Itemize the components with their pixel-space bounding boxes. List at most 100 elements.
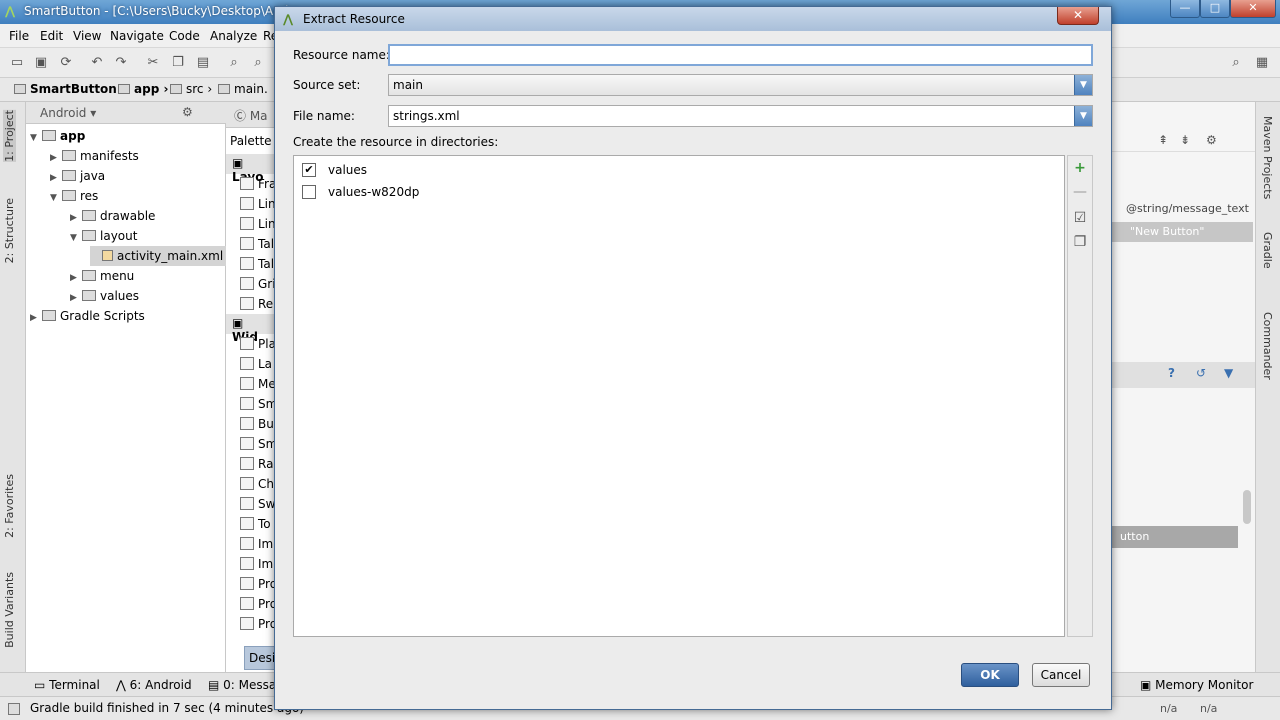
redo-icon[interactable]: ↷ (113, 55, 129, 71)
list-item[interactable]: ✔ values (302, 160, 602, 180)
find-icon[interactable]: ⌕ (226, 55, 242, 71)
property-text-value[interactable]: @string/message_text (1126, 202, 1249, 215)
palette-item[interactable]: Me (240, 374, 276, 394)
select-all-icon[interactable]: ☑ (1072, 210, 1088, 226)
undo-icon[interactable]: ↶ (89, 55, 105, 71)
remove-icon[interactable]: — (1072, 184, 1088, 200)
tab-messages[interactable]: ▤ 0: Messag (208, 678, 284, 692)
tree-item[interactable]: ▶ java (50, 166, 226, 186)
palette-item[interactable]: Pla (240, 334, 276, 354)
palette-item[interactable]: Ra (240, 454, 276, 474)
breadcrumb-main[interactable]: main. (218, 82, 268, 96)
menu-analyze[interactable]: Analyze (210, 29, 257, 43)
tab-favorites[interactable]: 2: Favorites (3, 474, 16, 538)
values-w820dp-checkbox[interactable] (302, 185, 316, 199)
palette-item[interactable]: Rel (240, 294, 276, 314)
tab-gradle[interactable]: Gradle (1261, 232, 1274, 269)
menu-code[interactable]: Code (169, 29, 200, 43)
tree-item[interactable]: ▼ layout (70, 226, 226, 246)
breadcrumb-app[interactable]: app › (118, 82, 168, 96)
palette-item[interactable]: Fra (240, 174, 276, 194)
tab-project[interactable]: 1: Project (3, 110, 16, 162)
open-icon[interactable]: ▭ (9, 55, 25, 71)
collapse-all-icon[interactable]: ⇟ (1180, 133, 1190, 147)
minimize-button[interactable]: — (1170, 0, 1200, 18)
palette-item[interactable]: Im (240, 554, 276, 574)
file-name-combo[interactable]: strings.xml ▼ (388, 105, 1093, 127)
breadcrumb-project[interactable]: SmartButton › (14, 82, 126, 96)
palette-item[interactable]: Ch (240, 474, 276, 494)
selected-component-row[interactable]: utton (1110, 526, 1238, 548)
dialog-close-button[interactable]: ✕ (1057, 7, 1099, 25)
chevron-right-icon[interactable]: ▶ (70, 208, 82, 228)
reset-icon[interactable]: ↺ (1196, 366, 1206, 380)
gear-icon[interactable]: ⚙ (182, 105, 193, 119)
tree-item[interactable]: activity_main.xml (90, 246, 226, 266)
palette-item[interactable]: Lin (240, 214, 276, 234)
chevron-down-icon[interactable]: ▼ (50, 188, 62, 208)
menu-view[interactable]: View (73, 29, 101, 43)
tab-android[interactable]: ⋀ 6: Android (116, 678, 192, 692)
add-icon[interactable]: + (1072, 160, 1088, 176)
search-everywhere-icon[interactable]: ⌕ (1228, 55, 1244, 71)
menu-file[interactable]: File (9, 29, 29, 43)
chevron-right-icon[interactable]: ▶ (30, 308, 42, 328)
palette-group-layouts[interactable]: ▣ Layo (226, 154, 276, 184)
tree-item[interactable]: ▶ Gradle Scripts (30, 306, 226, 326)
expand-all-icon[interactable]: ⇞ (1158, 133, 1168, 147)
values-checkbox[interactable]: ✔ (302, 163, 316, 177)
filter-icon[interactable]: ▼ (1224, 366, 1233, 380)
tree-item[interactable]: ▼ res (50, 186, 226, 206)
chevron-right-icon[interactable]: ▶ (70, 268, 82, 288)
tab-memory-monitor[interactable]: ▣ Memory Monitor (1140, 678, 1253, 692)
tab-commander[interactable]: Commander (1261, 312, 1274, 380)
maximize-button[interactable]: □ (1200, 0, 1230, 18)
palette-item[interactable]: Pro (240, 594, 276, 614)
menu-navigate[interactable]: Navigate (110, 29, 164, 43)
list-item[interactable]: values-w820dp (302, 182, 602, 202)
tree-item[interactable]: ▶ manifests (50, 146, 226, 166)
tab-build-variants[interactable]: Build Variants (3, 572, 16, 648)
palette-group-widgets[interactable]: ▣ Wid (226, 314, 276, 344)
replace-icon[interactable]: ⌕ (250, 55, 266, 71)
palette-item[interactable]: Gri (240, 274, 276, 294)
tab-terminal[interactable]: ▭ Terminal (34, 678, 100, 692)
copy-icon[interactable]: ❐ (1072, 234, 1088, 250)
tree-item[interactable]: ▶ drawable (70, 206, 226, 226)
palette-item[interactable]: Tal (240, 254, 276, 274)
chevron-right-icon[interactable]: ▶ (50, 168, 62, 188)
palette-item[interactable]: Sm (240, 394, 276, 414)
menu-edit[interactable]: Edit (40, 29, 63, 43)
cancel-button[interactable]: Cancel (1032, 663, 1090, 687)
palette-item[interactable]: Sm (240, 434, 276, 454)
tree-item[interactable]: ▶ menu (70, 266, 226, 286)
property-text-row[interactable]: "New Button" (1110, 222, 1253, 242)
palette-item[interactable]: To (240, 514, 276, 534)
palette-item[interactable]: Tal (240, 234, 276, 254)
resource-name-input[interactable] (388, 44, 1093, 66)
cut-icon[interactable]: ✂ (145, 55, 161, 71)
tree-item[interactable]: ▼ app (30, 126, 226, 146)
palette-item[interactable]: Pro (240, 614, 276, 634)
tab-design[interactable]: Desi (244, 646, 276, 670)
project-view-selector[interactable]: Android ▾ (40, 106, 96, 120)
palette-item[interactable]: Sw (240, 494, 276, 514)
tree-item[interactable]: ▶ values (70, 286, 226, 306)
close-window-button[interactable]: ✕ (1230, 0, 1276, 18)
palette-item[interactable]: Pro (240, 574, 276, 594)
gear-icon[interactable]: ⚙ (1206, 133, 1217, 147)
palette-item[interactable]: La (240, 354, 276, 374)
tab-maven-projects[interactable]: Maven Projects (1261, 116, 1274, 199)
copy-icon[interactable]: ❐ (170, 55, 186, 71)
paste-icon[interactable]: ▤ (195, 55, 211, 71)
sdk-manager-icon[interactable]: ▦ (1254, 55, 1270, 71)
palette-item[interactable]: Lin (240, 194, 276, 214)
ok-button[interactable]: OK (961, 663, 1019, 687)
tab-structure[interactable]: 2: Structure (3, 198, 16, 263)
save-icon[interactable]: ▣ (33, 55, 49, 71)
chevron-down-icon[interactable]: ▼ (70, 228, 82, 248)
scrollbar[interactable] (1243, 490, 1251, 524)
palette-item[interactable]: Bu (240, 414, 276, 434)
breadcrumb-src[interactable]: src › (170, 82, 212, 96)
chevron-right-icon[interactable]: ▶ (70, 288, 82, 308)
